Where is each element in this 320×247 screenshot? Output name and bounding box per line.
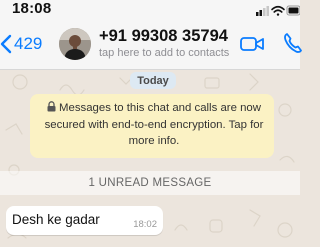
message-text: Desh ke gadar (12, 212, 100, 227)
message-bubble-incoming[interactable]: Desh ke gadar 18:02 (6, 206, 163, 235)
lock-icon (47, 101, 56, 112)
status-time: 18:08 (12, 0, 52, 17)
chat-header: 429 +91 99308 35794 tap here to add to c… (0, 20, 303, 70)
wifi-icon (271, 5, 285, 16)
signal-bars-icon (256, 6, 269, 16)
battery-icon (286, 5, 300, 16)
encryption-text: Messages to this chat and calls are now … (44, 102, 264, 147)
contact-subtitle[interactable]: tap here to add to contacts (99, 47, 229, 59)
chat-area[interactable]: Today Messages to this chat and calls ar… (0, 70, 300, 247)
chevron-left-icon (0, 34, 12, 54)
avatar[interactable] (59, 28, 91, 60)
message-time: 18:02 (133, 219, 157, 230)
status-icons (256, 5, 300, 16)
contact-photo (59, 28, 91, 60)
video-call-icon[interactable] (240, 35, 264, 53)
status-bar: 18:08 (0, 0, 300, 20)
phone-icon[interactable] (283, 32, 303, 54)
encryption-notice[interactable]: Messages to this chat and calls are now … (30, 94, 274, 158)
back-button[interactable]: 429 (0, 32, 42, 56)
unread-messages-divider: 1 UNREAD MESSAGE (0, 171, 300, 195)
unread-label: 1 UNREAD MESSAGE (88, 177, 212, 189)
date-divider: Today (130, 72, 176, 89)
contact-name[interactable]: +91 99308 35794 (99, 27, 228, 46)
unread-chats-count: 429 (14, 34, 43, 53)
